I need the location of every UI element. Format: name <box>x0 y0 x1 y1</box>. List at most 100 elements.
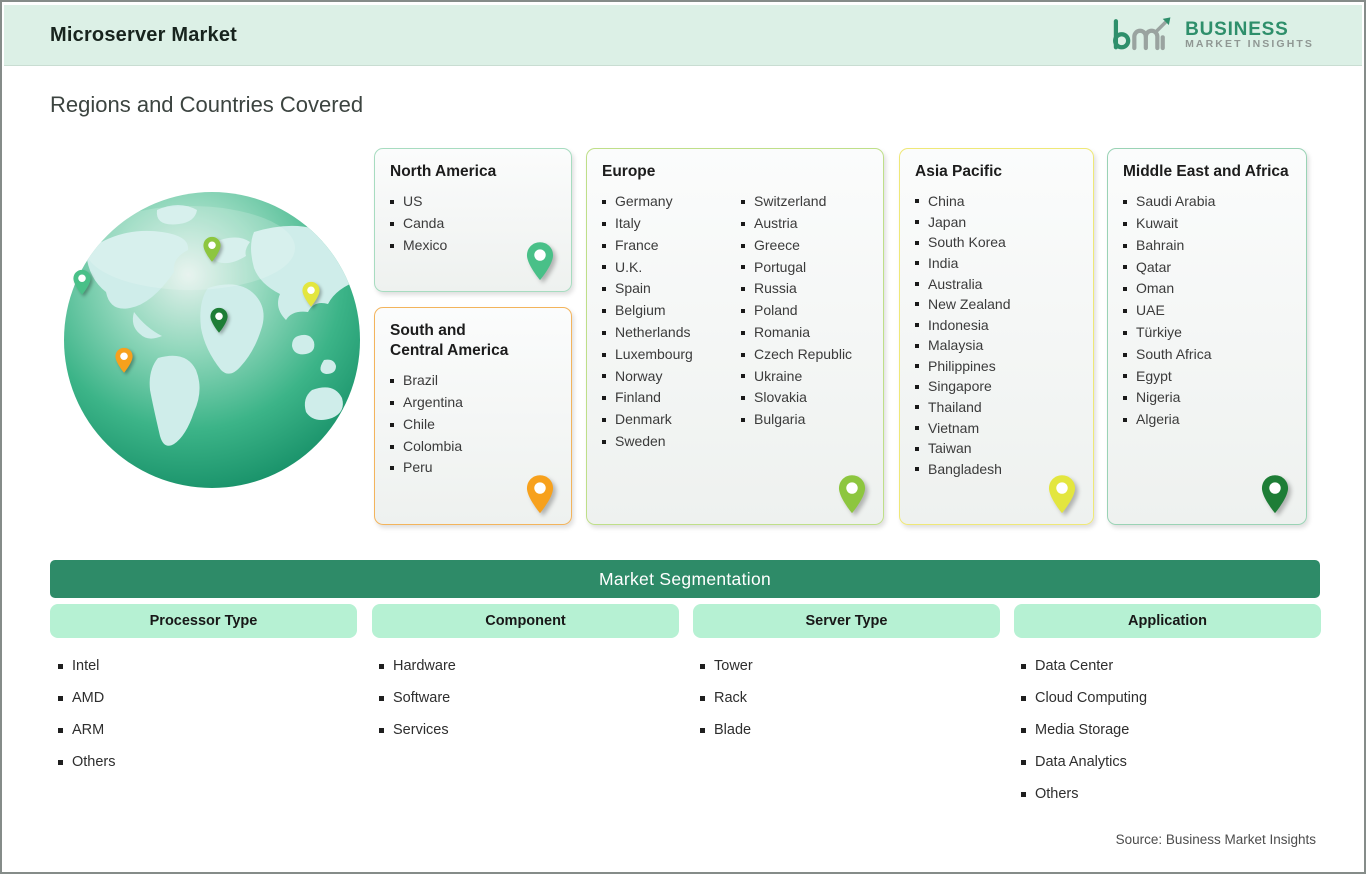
list-item-label: Sweden <box>615 432 666 449</box>
square-bullet-icon <box>1123 243 1127 248</box>
square-bullet-icon <box>1123 352 1127 357</box>
list-item: Vietnam <box>915 418 1078 439</box>
list-item-label: Bangladesh <box>928 460 1002 477</box>
square-bullet-icon <box>390 444 394 449</box>
list-item-label: Media Storage <box>1035 722 1130 738</box>
page-title: Microserver Market <box>50 23 238 46</box>
segment-list-application: Data Center Cloud Computing Media Storage D… <box>1021 656 1147 816</box>
list-item: Netherlands <box>602 322 729 344</box>
square-bullet-icon <box>915 364 919 369</box>
logo-market-insights: MARKET INSIGHTS <box>1185 38 1314 51</box>
pin-icon <box>838 475 866 514</box>
globe-pin-europe-icon <box>203 236 221 262</box>
list-item-label: Qatar <box>1136 258 1172 275</box>
square-bullet-icon <box>741 309 745 314</box>
country-list: China Japan South Korea India Australia New Z… <box>915 191 1078 479</box>
square-bullet-icon <box>58 727 63 733</box>
list-item-label: Peru <box>403 459 433 476</box>
square-bullet-icon <box>602 330 606 335</box>
globe-illustration <box>62 190 362 490</box>
globe-pin-north-america-icon <box>73 269 91 295</box>
list-item: Taiwan <box>915 438 1078 459</box>
square-bullet-icon <box>741 374 745 379</box>
list-item-label: Intel <box>72 658 100 674</box>
list-item-label: Slovakia <box>754 389 807 406</box>
segment-list-component: Hardware Software Services <box>379 656 456 752</box>
list-item: New Zealand <box>915 294 1078 315</box>
list-item: Japan <box>915 212 1078 233</box>
list-item: Others <box>58 752 116 772</box>
country-list: Saudi Arabia Kuwait Bahrain Qatar Oman UAE Tür… <box>1123 191 1291 431</box>
square-bullet-icon <box>700 727 705 733</box>
list-item: Kuwait <box>1123 213 1291 235</box>
square-bullet-icon <box>915 199 919 204</box>
list-item: Data Analytics <box>1021 752 1147 772</box>
list-item-label: Oman <box>1136 280 1175 297</box>
list-item: Indonesia <box>915 315 1078 336</box>
list-item: Algeria <box>1123 409 1291 431</box>
region-card-asia-pacific: Asia Pacific China Japan South Korea India A… <box>899 148 1094 525</box>
square-bullet-icon <box>1021 695 1026 701</box>
globe-pin-middle-east-africa-icon <box>210 307 228 333</box>
square-bullet-icon <box>1123 221 1127 226</box>
list-item-label: Colombia <box>403 437 463 454</box>
list-item: Malaysia <box>915 335 1078 356</box>
market-segmentation-banner: Market Segmentation <box>50 560 1320 598</box>
list-item: Sweden <box>602 431 729 453</box>
list-item-label: Canda <box>403 214 445 231</box>
square-bullet-icon <box>1021 727 1026 733</box>
list-item-label: Czech Republic <box>754 345 853 362</box>
list-item: Nigeria <box>1123 387 1291 409</box>
square-bullet-icon <box>58 663 63 669</box>
segment-header-processor-type: Processor Type <box>50 604 357 638</box>
square-bullet-icon <box>1123 418 1127 422</box>
list-item-label: Cloud Computing <box>1035 690 1148 706</box>
list-item-label: Bulgaria <box>754 411 806 428</box>
square-bullet-icon <box>602 352 606 357</box>
list-item-label: Austria <box>754 214 798 231</box>
list-item: Others <box>1021 784 1147 804</box>
header-band: Microserver Market BUSINESS MARKET INSIG… <box>4 5 1362 66</box>
segment-header-server-type: Server Type <box>693 604 1000 638</box>
square-bullet-icon <box>915 281 919 286</box>
square-bullet-icon <box>1123 287 1127 292</box>
square-bullet-icon <box>602 396 606 401</box>
list-item-label: Vietnam <box>928 419 980 436</box>
square-bullet-icon <box>915 323 919 327</box>
list-item: Romania <box>741 322 868 344</box>
list-item-label: Finland <box>615 389 661 406</box>
list-item: Singapore <box>915 376 1078 397</box>
list-item-label: Data Center <box>1035 658 1114 674</box>
list-item: AMD <box>58 688 116 708</box>
pin-icon <box>1048 475 1076 514</box>
list-item-label: Others <box>72 754 116 770</box>
list-item: Oman <box>1123 278 1291 300</box>
list-item-label: US <box>403 193 423 210</box>
square-bullet-icon <box>390 200 394 205</box>
list-item: Cloud Computing <box>1021 688 1147 708</box>
list-item-label: Services <box>393 722 449 738</box>
list-item-label: Türkiye <box>1136 323 1182 340</box>
list-item: Philippines <box>915 356 1078 377</box>
logo-business: BUSINESS <box>1185 18 1289 40</box>
list-item-label: Australia <box>928 275 983 292</box>
logo-text: BUSINESS MARKET INSIGHTS <box>1185 18 1314 51</box>
list-item: Norway <box>602 366 729 388</box>
list-item: Greece <box>741 235 868 257</box>
list-item: Spain <box>602 278 729 300</box>
list-item-label: Malaysia <box>928 337 984 354</box>
list-item-label: Brazil <box>403 372 439 389</box>
list-item-label: Germany <box>615 193 673 210</box>
square-bullet-icon <box>390 243 394 248</box>
square-bullet-icon <box>390 466 394 471</box>
region-title: Middle East and Africa <box>1123 163 1289 180</box>
list-item-label: Chile <box>403 415 435 432</box>
country-list: Germany Italy France U.K. Spain Belgium Nether… <box>602 191 868 453</box>
list-item-label: U.K. <box>615 258 643 275</box>
square-bullet-icon <box>602 439 606 444</box>
list-item: US <box>390 191 556 213</box>
list-item: Finland <box>602 387 729 409</box>
list-item-label: Mexico <box>403 236 448 253</box>
list-item-label: Data Analytics <box>1035 754 1127 770</box>
list-item: Germany <box>602 191 729 213</box>
